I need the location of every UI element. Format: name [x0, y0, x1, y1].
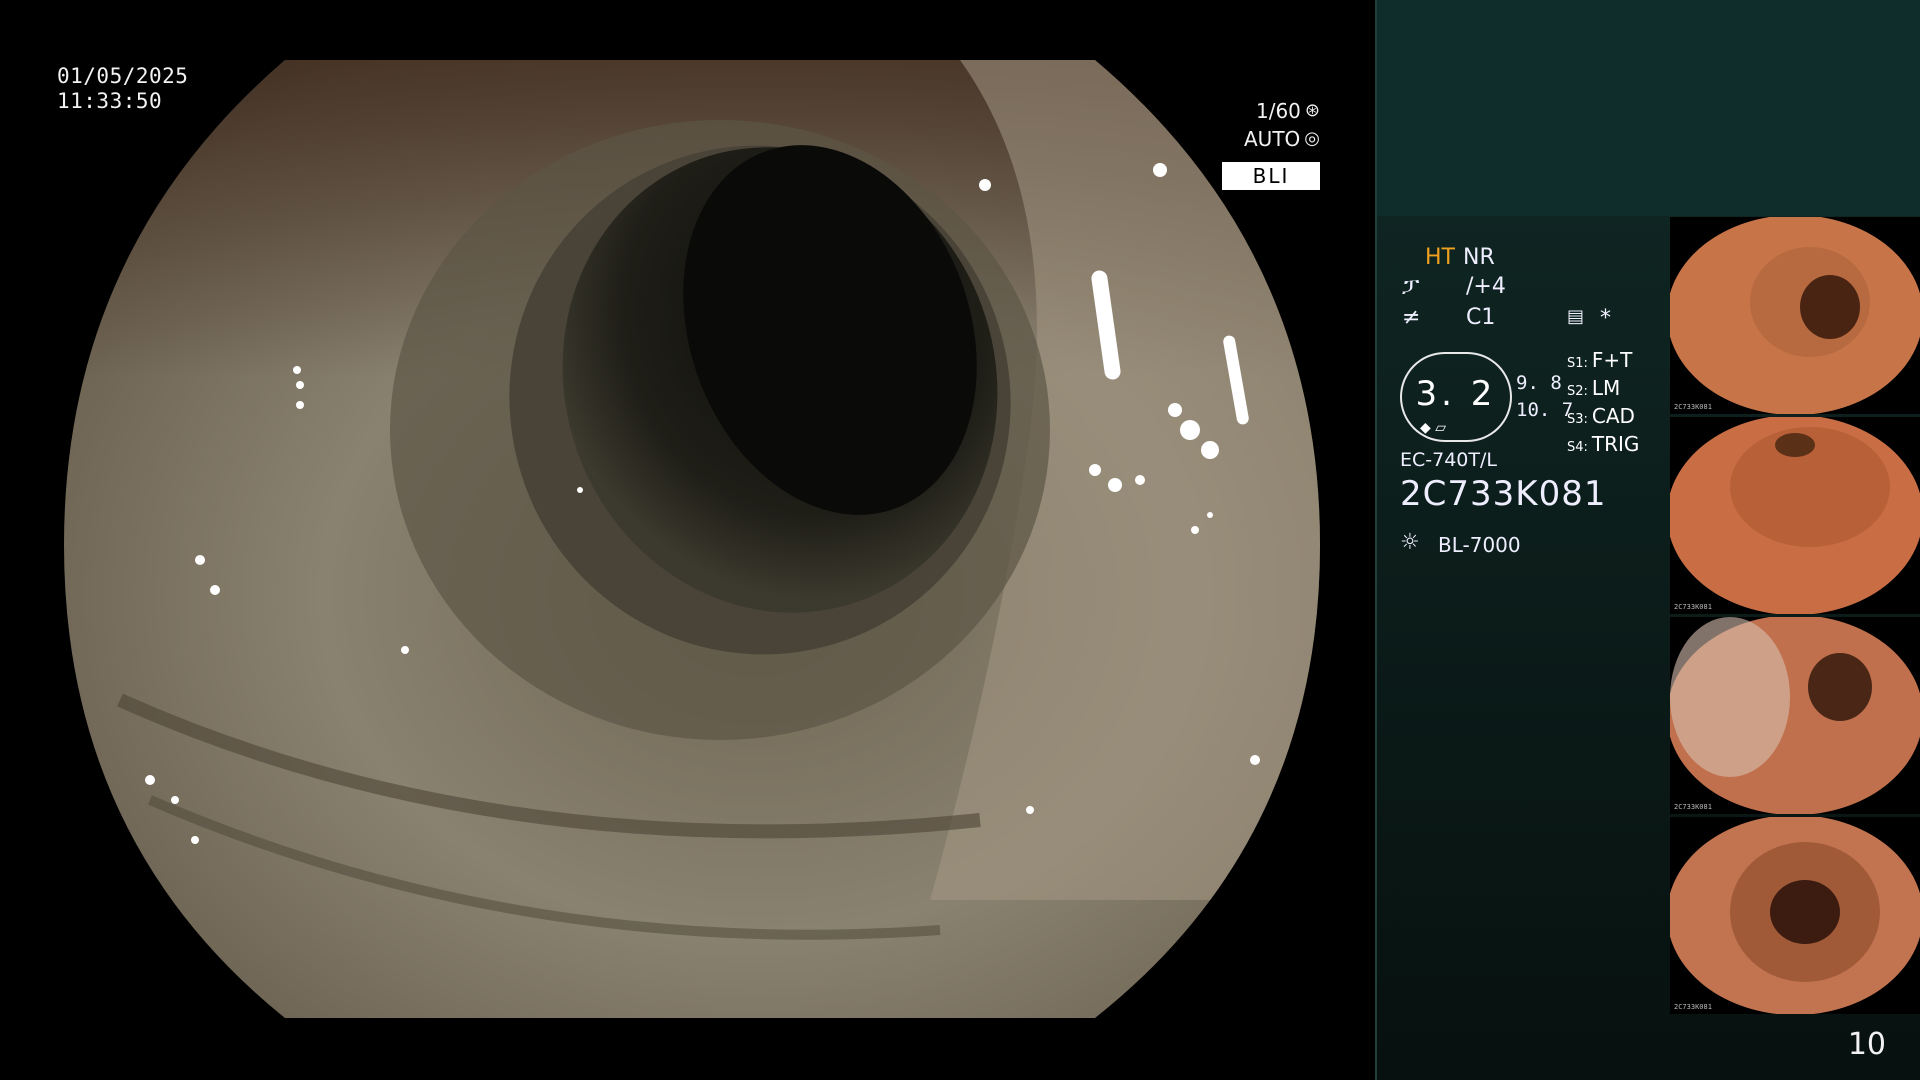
info-panel-header [1375, 0, 1920, 216]
iris-mode: AUTO [1244, 127, 1301, 151]
side-value-2: 10. 7 [1516, 399, 1574, 421]
nr-indicator: NR [1463, 245, 1495, 270]
date-text: 01/05/2025 [57, 64, 189, 88]
endoscopic-image [64, 60, 1320, 1018]
thumbnail[interactable]: 2C733K081 [1670, 617, 1920, 814]
thumbnail-serial: 2C733K081 [1674, 1003, 1712, 1011]
scope-model: EC-740T/L [1400, 449, 1497, 471]
switch-row: S2: LM [1567, 376, 1621, 400]
thumbnail-serial: 2C733K081 [1674, 403, 1712, 411]
thumbnail[interactable]: 2C733K081 [1670, 417, 1920, 614]
zoom-indicator: 3. 2 ◆ ▱ [1400, 352, 1512, 442]
endoscope-video-area: 01/05/2025 11:33:50 1/60 ⊛ AUTO ◎ BLI [0, 0, 1375, 1080]
side-value-1: 9. 8 [1516, 372, 1562, 394]
time-text: 11:33:50 [57, 89, 163, 113]
switch-row: S4: TRIG [1567, 432, 1640, 456]
thumbnail-serial: 2C733K081 [1674, 603, 1712, 611]
color-icon: ≠ [1402, 305, 1421, 330]
thumbnail-strip: 2C733K081 2C733K081 2C733K081 2C733K081 [1670, 217, 1920, 1017]
imaging-mode-badge: BLI [1222, 162, 1320, 190]
scope-serial: 2C733K081 [1400, 474, 1607, 514]
color-value: C1 [1466, 305, 1496, 330]
iris-icon: ◎ [1304, 128, 1320, 149]
page-number: 10 [1847, 1027, 1886, 1062]
thumbnail[interactable]: 2C733K081 [1670, 217, 1920, 414]
light-source-icon: ☼ [1400, 530, 1420, 555]
switch-row: S1: F+T [1567, 348, 1633, 372]
shutter-speed: 1/60 [1255, 99, 1301, 123]
thumbnail[interactable]: 2C733K081 [1670, 817, 1920, 1014]
date-time-overlay: 01/05/2025 11:33:50 [57, 64, 188, 114]
list-icon: ▤ [1567, 306, 1585, 327]
switch-row: S3: CAD [1567, 404, 1635, 428]
zoom-value: 3. 2 [1415, 374, 1497, 414]
enhance-icon: ፓ [1402, 274, 1420, 299]
thumbnail-serial: 2C733K081 [1674, 803, 1712, 811]
zoom-marker-icon: ◆ ▱ [1420, 420, 1446, 436]
camera-settings: 1/60 ⊛ AUTO ◎ [1244, 97, 1320, 153]
aperture-icon: ⊛ [1304, 100, 1320, 121]
enhance-value: /+4 [1466, 274, 1506, 299]
asterisk-indicator: * [1600, 306, 1611, 331]
iris-row: AUTO ◎ [1244, 125, 1320, 153]
switch-assignments: S1: F+T S2: LM S3: CAD S4: TRIG [1567, 348, 1639, 460]
shutter-row: 1/60 ⊛ [1244, 97, 1320, 125]
ht-indicator: HT [1425, 245, 1455, 270]
light-source: BL-7000 [1438, 533, 1521, 557]
